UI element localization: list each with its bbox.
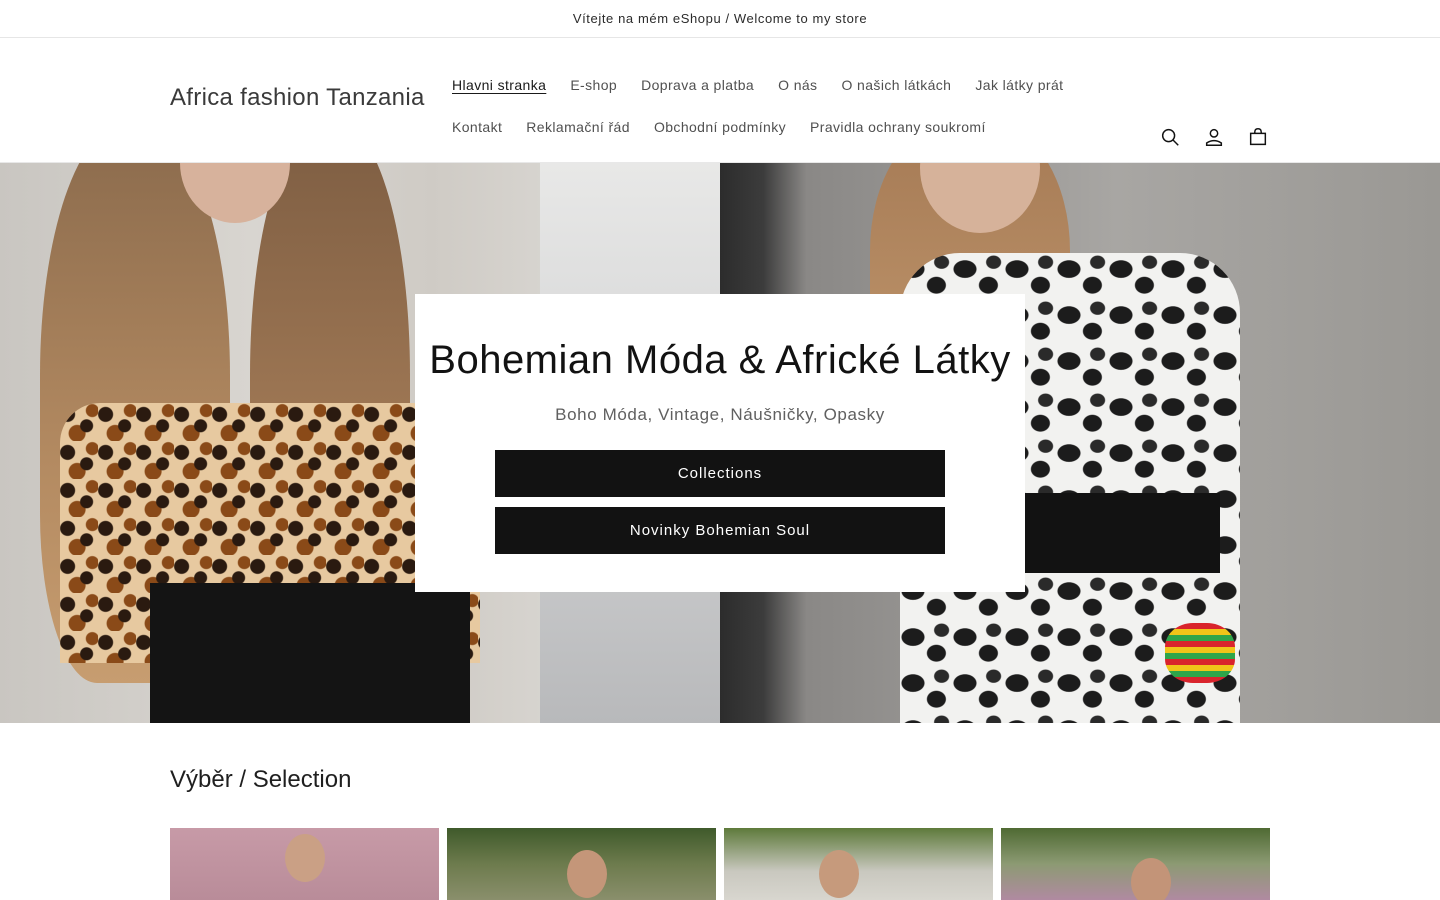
search-icon[interactable] (1158, 125, 1182, 149)
nav-item-e-shop[interactable]: E-shop (558, 77, 629, 93)
store-logo[interactable]: Africa fashion Tanzania (170, 84, 425, 112)
product-card[interactable] (724, 828, 993, 900)
product-grid (170, 828, 1270, 900)
nav-item-hlavni-stranka[interactable]: Hlavni stranka (440, 77, 558, 93)
nav-row-1: Hlavni stranka E-shop Doprava a platba O… (440, 64, 1120, 106)
nav-item-kontakt[interactable]: Kontakt (440, 119, 514, 135)
hero-banner: Bohemian Móda & Africké Látky Boho Móda,… (0, 163, 1440, 723)
nav-item-o-nas[interactable]: O nás (766, 77, 829, 93)
hero-title: Bohemian Móda & Africké Látky (429, 338, 1011, 382)
announcement-bar: Vítejte na mém eShopu / Welcome to my st… (0, 0, 1440, 38)
announcement-text: Vítejte na mém eShopu / Welcome to my st… (572, 11, 868, 26)
nav-item-doprava-a-platba[interactable]: Doprava a platba (629, 77, 766, 93)
nav-item-reklamacni-rad[interactable]: Reklamační řád (514, 119, 642, 135)
nav-row-2: Kontakt Reklamační řád Obchodní podmínky… (440, 106, 1120, 148)
selection-heading: Výběr / Selection (170, 766, 352, 793)
product-card[interactable] (1001, 828, 1270, 900)
header-icons (1158, 125, 1270, 149)
nav-item-jak-latky-prat[interactable]: Jak látky prát (963, 77, 1075, 93)
novinky-button[interactable]: Novinky Bohemian Soul (495, 507, 945, 554)
main-navigation: Hlavni stranka E-shop Doprava a platba O… (440, 64, 1120, 148)
hero-content-box: Bohemian Móda & Africké Látky Boho Móda,… (415, 294, 1025, 592)
nav-item-obchodni-podminky[interactable]: Obchodní podmínky (642, 119, 798, 135)
account-icon[interactable] (1202, 125, 1226, 149)
product-card[interactable] (447, 828, 716, 900)
site-header: Africa fashion Tanzania Hlavni stranka E… (0, 38, 1440, 163)
nav-item-pravidla-ochrany-soukromi[interactable]: Pravidla ochrany soukromí (798, 119, 998, 135)
nav-item-o-nasich-latkach[interactable]: O našich látkách (829, 77, 963, 93)
hero-subtitle: Boho Móda, Vintage, Náušničky, Opasky (555, 405, 885, 424)
product-card[interactable] (170, 828, 439, 900)
cart-icon[interactable] (1246, 125, 1270, 149)
collections-button[interactable]: Collections (495, 450, 945, 497)
